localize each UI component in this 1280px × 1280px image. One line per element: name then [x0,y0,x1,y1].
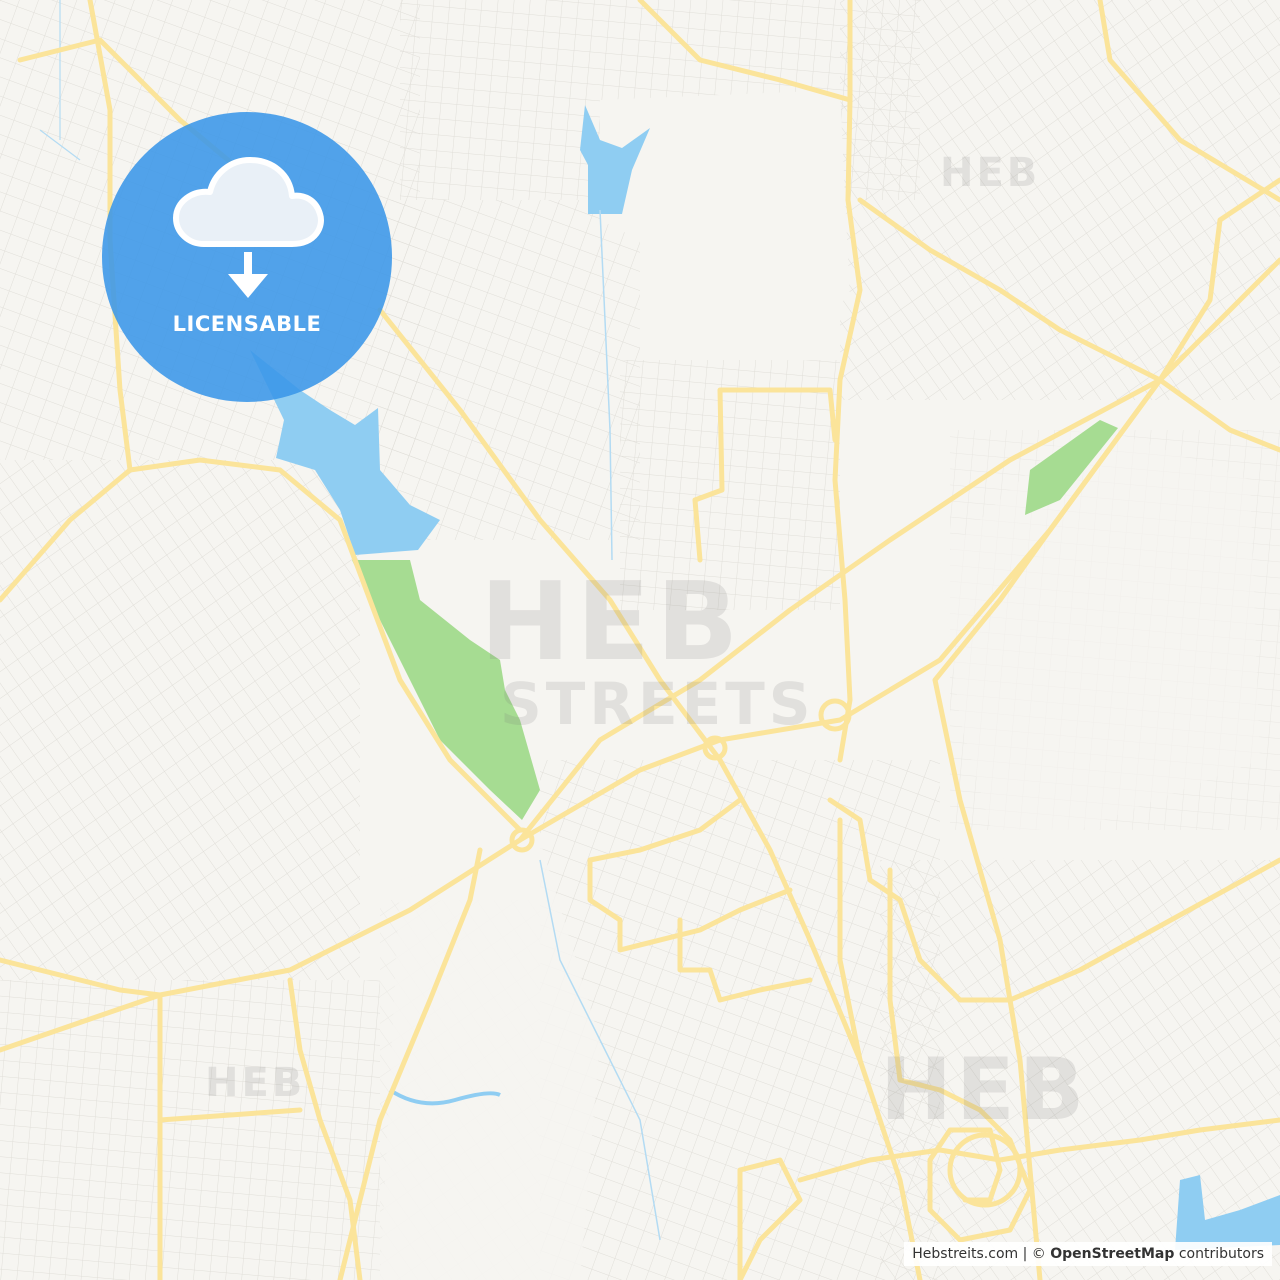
attribution-separator: | © [1018,1246,1051,1262]
attribution-site-link[interactable]: Hebstreits.com [912,1246,1018,1262]
cloud-download-icon [173,157,324,247]
watermark-brand-small: HEB [940,150,1041,196]
attribution-suffix: contributors [1174,1246,1264,1262]
watermark-brand-large: HEB [880,1040,1089,1140]
watermark-streets: STREETS [500,670,815,738]
licensable-badge[interactable]: LICENSABLE [102,112,392,402]
licensable-label: LICENSABLE [172,312,322,336]
map-attribution: Hebstreits.com | © OpenStreetMap contrib… [904,1242,1272,1266]
attribution-osm-link[interactable]: OpenStreetMap [1050,1246,1174,1262]
arrow-down-icon [228,252,268,298]
watermark-brand: HEB [480,560,745,685]
map-canvas[interactable]: HEB STREETS HEB HEB HEB LICENSABLE Hebst… [0,0,1280,1280]
watermark-brand-small: HEB [205,1060,306,1106]
